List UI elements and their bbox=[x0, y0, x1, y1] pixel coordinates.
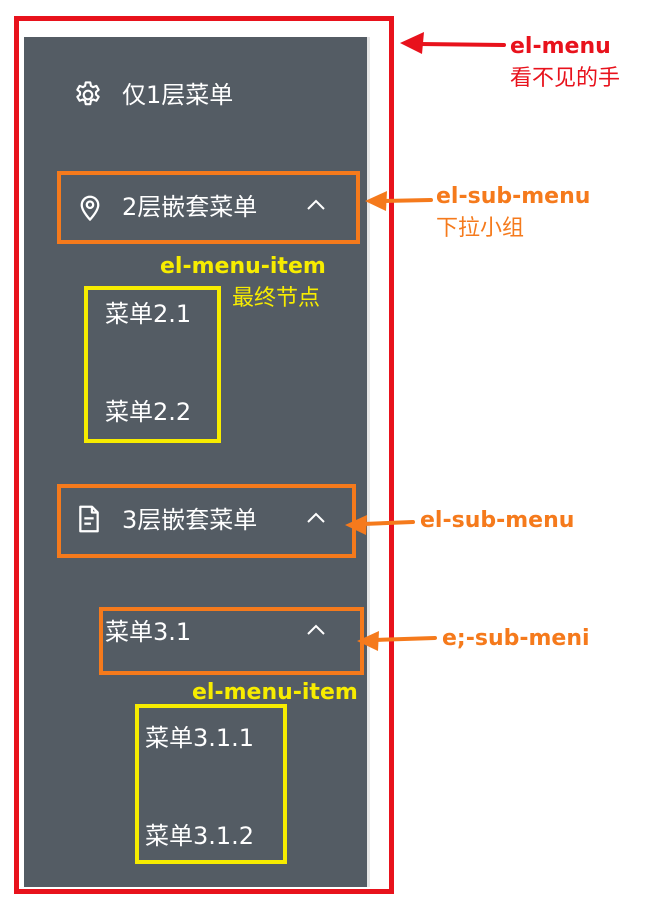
sub-menu-3-highlight-box bbox=[57, 484, 356, 558]
annotation-el-menu-item-1-name: el-menu-item bbox=[160, 254, 326, 279]
annotation-el-sub-menu-1-desc: 下拉小组 bbox=[436, 216, 525, 241]
arrow-left-icon bbox=[400, 32, 506, 54]
sub-menu-3-1-highlight-box bbox=[99, 607, 364, 675]
annotation-el-menu-name: el-menu bbox=[510, 34, 611, 59]
annotation-el-sub-menu-1-name: el-sub-menu bbox=[436, 184, 591, 209]
arrow-left-icon bbox=[365, 191, 433, 211]
annotation-el-sub-menu-2-name: el-sub-menu bbox=[420, 508, 575, 533]
gear-icon bbox=[76, 81, 100, 106]
menu-items-3-1-highlight-box bbox=[135, 704, 287, 864]
arrow-left-icon bbox=[345, 515, 415, 535]
menu-item-single-level[interactable]: 仅1层菜单 bbox=[122, 81, 233, 109]
annotation-el-menu-item-2-name: el-menu-item bbox=[192, 680, 358, 705]
arrow-left-icon bbox=[357, 631, 437, 651]
menu-items-2-highlight-box bbox=[84, 286, 221, 443]
sub-menu-2-highlight-box bbox=[57, 171, 360, 244]
annotation-el-menu-item-1-desc: 最终节点 bbox=[232, 286, 321, 311]
annotation-el-sub-menu-3-name: e;-sub-meni bbox=[442, 626, 590, 651]
annotation-el-menu-desc: 看不见的手 bbox=[510, 66, 621, 91]
